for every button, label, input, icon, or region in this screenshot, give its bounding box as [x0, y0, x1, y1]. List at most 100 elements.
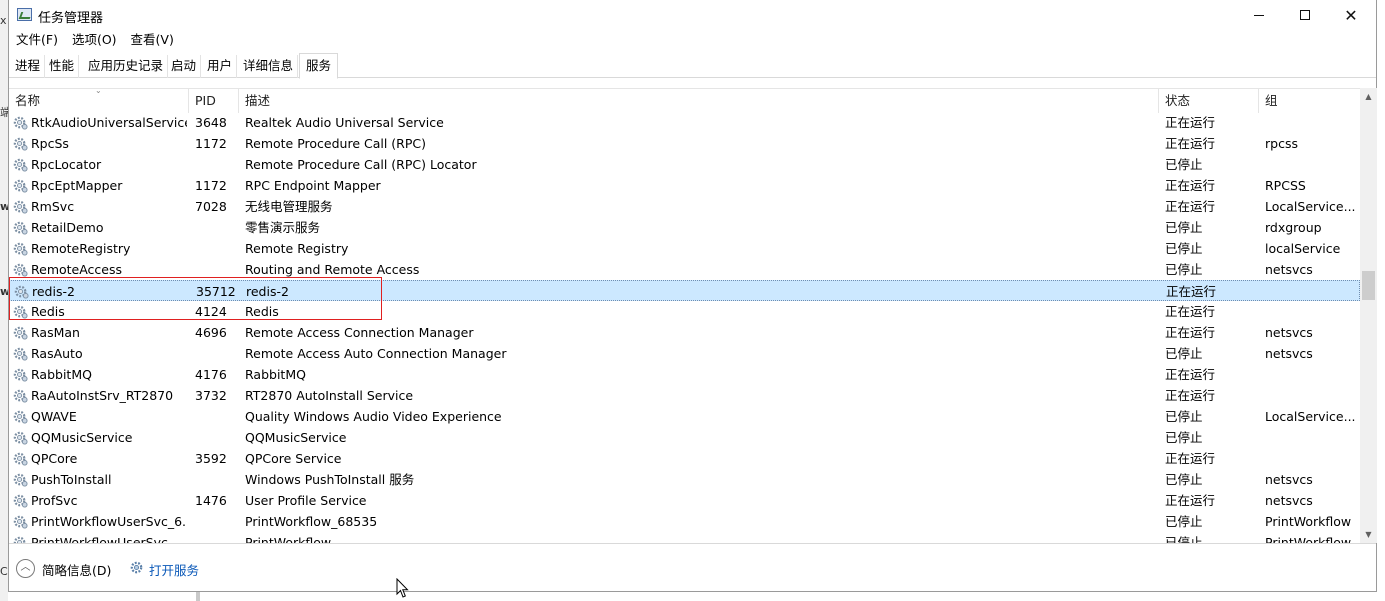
service-gear-icon: [13, 473, 28, 487]
service-pid: [195, 238, 239, 259]
service-row[interactable]: PushToInstall Windows PushToInstall 服务 已停止…: [9, 469, 1360, 490]
service-row[interactable]: PrintWorkflowUserSvc_6... PrintWorkflow_6…: [9, 511, 1360, 532]
menu-options[interactable]: 选项(O): [65, 30, 124, 50]
column-status-header[interactable]: 状态: [1159, 89, 1259, 113]
service-gear-icon: [13, 242, 28, 256]
minimize-icon: [1254, 14, 1264, 16]
service-row[interactable]: RaAutoInstSrv_RT2870 3732 RT2870 AutoInsta…: [9, 385, 1360, 406]
service-status: 已停止: [1165, 514, 1203, 529]
service-status: 已停止: [1165, 472, 1203, 487]
service-description: Remote Access Auto Connection Manager: [245, 346, 507, 361]
service-name: RaAutoInstSrv_RT2870: [31, 388, 174, 403]
fewer-details-button[interactable]: 简略信息(D): [42, 560, 111, 579]
minimize-button[interactable]: [1236, 0, 1282, 30]
service-status: 已停止: [1165, 430, 1203, 445]
service-pid: 3732: [195, 388, 227, 403]
service-status: 已停止: [1165, 157, 1203, 172]
service-row[interactable]: QPCore 3592 QPCore Service 正在运行: [9, 448, 1360, 469]
service-row[interactable]: RtkAudioUniversalService 3648 Realtek Audi…: [9, 112, 1360, 133]
service-status: 正在运行: [1165, 493, 1216, 508]
column-description-header[interactable]: 描述: [239, 89, 1159, 113]
service-pid: 35712: [196, 284, 236, 299]
column-name-header[interactable]: ⌄ 名称: [9, 87, 189, 113]
tab-processes[interactable]: 进程: [11, 55, 46, 78]
maximize-button[interactable]: [1282, 0, 1328, 30]
service-gear-icon: [13, 137, 28, 151]
service-name: RasAuto: [31, 346, 83, 361]
service-row[interactable]: RpcSs 1172 Remote Procedure Call (RPC) 正在运行…: [9, 133, 1360, 154]
service-name: QQMusicService: [31, 430, 133, 445]
service-row[interactable]: RpcEptMapper 1172 RPC Endpoint Mapper 正在运行 R…: [9, 175, 1360, 196]
service-description: Remote Procedure Call (RPC) Locator: [245, 157, 477, 172]
service-row[interactable]: QWAVE Quality Windows Audio Video Experie…: [9, 406, 1360, 427]
service-group: netsvcs: [1265, 493, 1313, 508]
service-row[interactable]: RetailDemo 零售演示服务 已停止 rdxgroup: [9, 217, 1360, 238]
services-gear-icon: [130, 561, 143, 574]
service-row[interactable]: RasMan 4696 Remote Access Connection Manag…: [9, 322, 1360, 343]
service-name: RemoteAccess: [31, 262, 123, 277]
service-row[interactable]: RmSvc 7028 无线电管理服务 正在运行 LocalService...: [9, 196, 1360, 217]
service-row[interactable]: redis-2 35712 redis-2 正在运行: [9, 280, 1360, 301]
tab-performance[interactable]: 性能: [45, 55, 80, 78]
tab-services[interactable]: 服务: [299, 53, 339, 79]
service-gear-icon: [13, 179, 28, 193]
background-window-edge: x 端 w w C: [0, 0, 11, 601]
service-row[interactable]: Redis 4124 Redis 正在运行: [9, 301, 1360, 322]
service-name: RpcSs: [31, 136, 69, 151]
service-gear-icon: [13, 116, 28, 130]
open-services-link[interactable]: 打开服务: [149, 560, 199, 579]
tab-app-history[interactable]: 应用历史记录: [84, 55, 169, 78]
service-group: [1265, 364, 1357, 385]
service-description: Remote Access Connection Manager: [245, 325, 474, 340]
service-description: User Profile Service: [245, 493, 367, 508]
service-row[interactable]: ProfSvc 1476 User Profile Service 正在运行 netsv…: [9, 490, 1360, 511]
service-row[interactable]: RasAuto Remote Access Auto Connection Man…: [9, 343, 1360, 364]
service-gear-icon: [13, 431, 28, 445]
service-group: LocalService...: [1265, 409, 1356, 424]
service-status: 正在运行: [1165, 451, 1216, 466]
tab-users[interactable]: 用户: [203, 55, 238, 78]
tab-details[interactable]: 详细信息: [239, 55, 299, 78]
service-group: [1265, 427, 1357, 448]
scroll-up-icon[interactable]: ▲: [1360, 88, 1377, 105]
service-row[interactable]: QQMusicService QQMusicService 已停止: [9, 427, 1360, 448]
close-button[interactable]: ✕: [1328, 0, 1374, 30]
service-description: Quality Windows Audio Video Experience: [245, 409, 502, 424]
vertical-scrollbar[interactable]: ▲ ▼: [1360, 88, 1377, 543]
service-row[interactable]: RemoteRegistry Remote Registry 已停止 localSer…: [9, 238, 1360, 259]
service-group: netsvcs: [1265, 262, 1313, 277]
service-group: rdxgroup: [1265, 220, 1322, 235]
menu-file[interactable]: 文件(F): [9, 30, 65, 50]
column-group-header[interactable]: 组: [1259, 89, 1360, 113]
service-pid: [195, 343, 239, 364]
service-gear-icon: [14, 285, 29, 299]
menu-bar: 文件(F) 选项(O) 查看(V): [9, 30, 1376, 50]
service-row[interactable]: RpcLocator Remote Procedure Call (RPC) Lo…: [9, 154, 1360, 175]
service-name: RtkAudioUniversalService: [31, 115, 187, 130]
chevron-up-icon[interactable]: ︿: [16, 559, 35, 578]
service-description: PrintWorkflow: [245, 535, 332, 543]
tab-startup[interactable]: 启动: [167, 55, 202, 78]
service-row[interactable]: RemoteAccess Routing and Remote Access 已停止…: [9, 259, 1360, 280]
service-group: netsvcs: [1265, 325, 1313, 340]
column-pid-header[interactable]: PID: [189, 89, 239, 113]
scrollbar-thumb[interactable]: [1362, 271, 1375, 300]
service-row[interactable]: RabbitMQ 4176 RabbitMQ 正在运行: [9, 364, 1360, 385]
service-description: redis-2: [246, 284, 289, 299]
menu-view[interactable]: 查看(V): [124, 30, 181, 50]
service-group: rpcss: [1265, 136, 1298, 151]
title-bar[interactable]: 任务管理器 ✕: [9, 0, 1376, 30]
service-gear-icon: [13, 326, 28, 340]
service-name: QPCore: [31, 451, 78, 466]
service-status: 正在运行: [1165, 388, 1216, 403]
footer-bar: ︿ 简略信息(D) 打开服务: [9, 543, 1376, 592]
service-pid: [195, 532, 239, 543]
service-pid: 1172: [195, 136, 227, 151]
service-description: 无线电管理服务: [245, 199, 333, 214]
service-status: 已停止: [1165, 409, 1203, 424]
service-pid: [195, 154, 239, 175]
service-pid: [195, 469, 239, 490]
service-row[interactable]: PrintWorkflowUserSvc PrintWorkflow 已停止 Prin…: [9, 532, 1360, 543]
scroll-down-icon[interactable]: ▼: [1360, 526, 1377, 543]
service-group: PrintWorkflow: [1265, 535, 1352, 543]
